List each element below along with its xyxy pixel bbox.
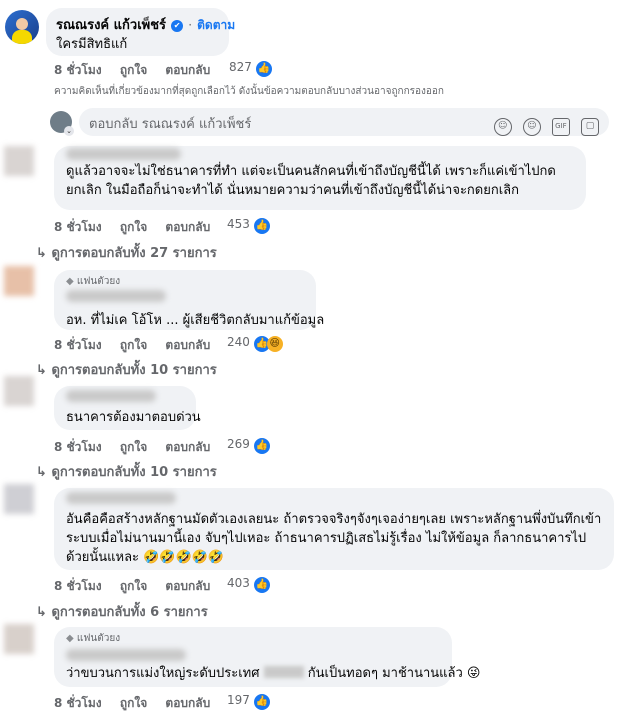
avatar-sticker-icon[interactable]: ☺: [493, 118, 512, 136]
avatar-chevron-icon[interactable]: ⌄: [64, 126, 74, 136]
reaction-count: 269: [227, 437, 250, 451]
reaction-count: 453: [227, 217, 250, 231]
like-button[interactable]: ถูกใจ: [120, 440, 147, 454]
like-button[interactable]: ถูกใจ: [120, 338, 147, 352]
reaction-count: 403: [227, 576, 250, 590]
reply-button[interactable]: ตอบกลับ: [165, 63, 210, 77]
redacted-text: [263, 666, 304, 678]
timestamp[interactable]: 8 ชั่วโมง: [54, 579, 102, 593]
like-icon: 👍: [253, 438, 270, 454]
reply-button[interactable]: ตอบกลับ: [165, 440, 210, 454]
like-icon: 👍: [255, 61, 272, 77]
commenter-avatar[interactable]: [4, 266, 34, 296]
gif-icon[interactable]: GIF: [551, 118, 570, 136]
comment-text: อห. ที่ไม่เค โอ้โห ... ผู้เสียชีวิตกลับม…: [66, 313, 325, 328]
view-replies-link[interactable]: ↳ ดูการตอบกลับทั้ง 27 รายการ: [36, 242, 217, 263]
like-button[interactable]: ถูกใจ: [120, 696, 147, 710]
reply-arrow-icon: ↳: [36, 363, 47, 378]
reaction-summary[interactable]: 269 👍: [227, 437, 270, 454]
comment-text: ธนาคารต้องมาตอบด่วน: [66, 410, 201, 425]
haha-icon: 😆: [266, 336, 283, 352]
avatar-body: [12, 30, 32, 44]
view-replies-link[interactable]: ↳ ดูการตอบกลับทั้ง 6 รายการ: [36, 601, 208, 622]
comment-text: ใครมีสิทธิแก้: [56, 37, 128, 52]
comment-bubble: ◆ แฟนตัวยง อห. ที่ไม่เค โอ้โห ... ผู้เสี…: [54, 270, 325, 330]
reaction-summary[interactable]: 827 👍: [229, 60, 272, 77]
like-button[interactable]: ถูกใจ: [120, 220, 147, 234]
reply-arrow-icon: ↳: [36, 246, 47, 261]
reaction-summary[interactable]: 403 👍: [227, 576, 270, 593]
commenter-avatar[interactable]: [4, 146, 34, 176]
comment-text: อันคือคือสร้างหลักฐานมัดตัวเองเลยนะ ถ้าต…: [66, 512, 602, 565]
timestamp[interactable]: 8 ชั่วโมง: [54, 220, 102, 234]
comment-actions: 8 ชั่วโมง ถูกใจ ตอบกลับ: [54, 218, 224, 237]
verified-icon: ✔: [171, 20, 184, 32]
timestamp[interactable]: 8 ชั่วโมง: [54, 696, 102, 710]
reply-button[interactable]: ตอบกลับ: [165, 696, 210, 710]
timestamp[interactable]: 8 ชั่วโมง: [54, 63, 102, 77]
comment-actions: 8 ชั่วโมง ถูกใจ ตอบกลับ: [54, 61, 224, 80]
like-icon: 👍: [253, 218, 270, 234]
reply-button[interactable]: ตอบกลับ: [165, 579, 210, 593]
blurred-author-name: [66, 492, 176, 504]
reaction-summary[interactable]: 197 👍: [227, 693, 270, 710]
view-replies-link[interactable]: ↳ ดูการตอบกลับทั้ง 10 รายการ: [36, 461, 217, 482]
timestamp[interactable]: 8 ชั่วโมง: [54, 440, 102, 454]
comment-text: ดูแล้วอาจจะไม่ใช่ธนาคารที่ทำ แต่จะเป็นคน…: [66, 164, 556, 198]
blurred-author-name: [66, 649, 186, 661]
reply-arrow-icon: ↳: [36, 465, 47, 480]
reply-button[interactable]: ตอบกลับ: [165, 220, 210, 234]
commenter-avatar[interactable]: [4, 376, 34, 406]
like-icon: 👍: [253, 694, 270, 710]
reaction-summary[interactable]: 240 👍 😆: [227, 335, 283, 352]
filter-notice: ความคิดเห็นที่เกี่ยวข้องมากที่สุดถูกเลือ…: [54, 86, 444, 97]
comment-actions: 8 ชั่วโมง ถูกใจ ตอบกลับ: [54, 577, 224, 596]
author-avatar[interactable]: [5, 10, 39, 44]
comment-actions: 8 ชั่วโมง ถูกใจ ตอบกลับ: [54, 438, 224, 457]
comment-text: ว่าขบวนการแม่งใหญ่ระดับประเทศ กันเป็นทอด…: [66, 666, 481, 681]
reaction-count: 827: [229, 60, 252, 74]
avatar-figure: [16, 18, 28, 30]
author-name[interactable]: รณณรงค์ แก้วเพ็ชร์: [56, 18, 166, 33]
comment-bubble: ◆ แฟนตัวยง ว่าขบวนการแม่งใหญ่ระดับประเทศ…: [54, 627, 481, 687]
comment-actions: 8 ชั่วโมง ถูกใจ ตอบกลับ: [54, 336, 224, 355]
emoji-icon[interactable]: ☺: [522, 118, 541, 136]
diamond-icon: ◆: [66, 276, 74, 287]
top-comment-bubble: รณณรงค์ แก้วเพ็ชร์ ✔ · ติดตาม ใครมีสิทธิ…: [46, 8, 235, 56]
reply-input[interactable]: ตอบกลับ รณณรงค์ แก้วเพ็ชร์ ☺ ☺ GIF ▢: [79, 108, 609, 136]
sticker-icon[interactable]: ▢: [581, 118, 599, 136]
blurred-author-name: [66, 148, 181, 160]
reaction-count: 197: [227, 693, 250, 707]
fan-badge: ◆ แฟนตัวยง: [66, 633, 121, 644]
diamond-icon: ◆: [66, 633, 74, 644]
commenter-avatar[interactable]: [4, 484, 34, 514]
reply-button[interactable]: ตอบกลับ: [165, 338, 210, 352]
reaction-summary[interactable]: 453 👍: [227, 217, 270, 234]
follow-link[interactable]: ติดตาม: [197, 18, 235, 32]
comment-actions: 8 ชั่วโมง ถูกใจ ตอบกลับ: [54, 694, 224, 713]
timestamp[interactable]: 8 ชั่วโมง: [54, 338, 102, 352]
blurred-author-name: [66, 290, 166, 302]
blurred-author-name: [66, 390, 156, 402]
reply-arrow-icon: ↳: [36, 605, 47, 620]
reaction-count: 240: [227, 335, 250, 349]
fan-badge: ◆ แฟนตัวยง: [66, 276, 121, 287]
like-button[interactable]: ถูกใจ: [120, 579, 147, 593]
comment-bubble: อันคือคือสร้างหลักฐานมัดตัวเองเลยนะ ถ้าต…: [54, 488, 614, 570]
like-button[interactable]: ถูกใจ: [120, 63, 147, 77]
like-icon: 👍: [253, 577, 270, 593]
comment-bubble: ธนาคารต้องมาตอบด่วน: [54, 386, 201, 430]
comment-bubble: ดูแล้วอาจจะไม่ใช่ธนาคารที่ทำ แต่จะเป็นคน…: [54, 146, 586, 210]
reply-placeholder: ตอบกลับ รณณรงค์ แก้วเพ็ชร์: [89, 117, 252, 132]
view-replies-link[interactable]: ↳ ดูการตอบกลับทั้ง 10 รายการ: [36, 359, 217, 380]
commenter-avatar[interactable]: [4, 624, 34, 654]
